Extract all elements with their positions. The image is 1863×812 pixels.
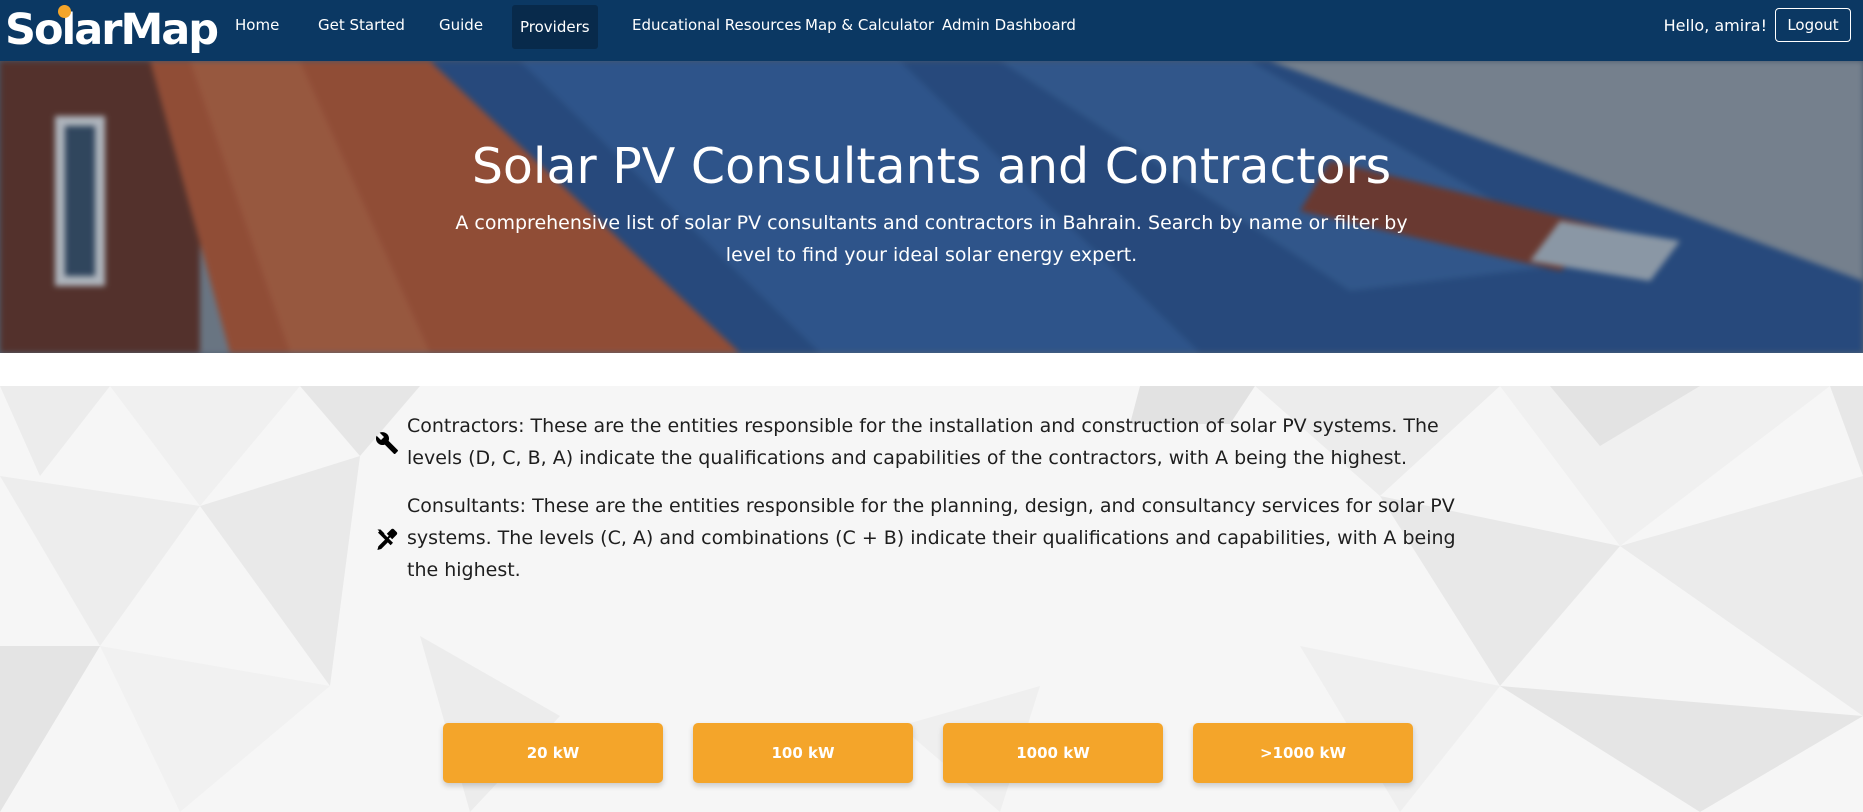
nav-map-calculator[interactable]: Map & Calculator — [805, 13, 934, 37]
navbar: SolarMap Home Get Started Guide Provider… — [0, 0, 1863, 61]
consultants-info: Consultants: These are the entities resp… — [375, 490, 1487, 586]
logo-text: SolarMap — [5, 5, 219, 55]
nav-guide[interactable]: Guide — [439, 13, 483, 37]
contractors-description: Contractors: These are the entities resp… — [407, 415, 1439, 469]
user-greeting: Hello, amira! — [1663, 16, 1767, 35]
wrench-icon — [375, 432, 398, 454]
nav-educational-resources[interactable]: Educational Resources — [632, 13, 801, 37]
hero-banner: Solar PV Consultants and Contractors A c… — [0, 61, 1863, 353]
consultants-description: Consultants: These are the entities resp… — [407, 495, 1456, 581]
sun-dot-icon — [58, 5, 71, 18]
logout-button[interactable]: Logout — [1775, 8, 1851, 42]
filter-100kw-button[interactable]: 100 kW — [693, 723, 913, 783]
nav-admin-dashboard[interactable]: Admin Dashboard — [942, 13, 1076, 37]
filter-1000kw-button[interactable]: 1000 kW — [943, 723, 1163, 783]
contractors-info: Contractors: These are the entities resp… — [375, 410, 1487, 474]
filter-over-1000kw-button[interactable]: >1000 kW — [1193, 723, 1413, 783]
nav-providers[interactable]: Providers — [512, 5, 598, 49]
filter-20kw-button[interactable]: 20 kW — [443, 723, 663, 783]
providers-content: Contractors: These are the entities resp… — [0, 353, 1863, 812]
nav-home[interactable]: Home — [235, 13, 279, 37]
tools-icon — [377, 528, 398, 550]
solarmap-logo[interactable]: SolarMap — [5, 3, 219, 57]
nav-get-started[interactable]: Get Started — [318, 13, 405, 37]
page-subtitle: A comprehensive list of solar PV consult… — [455, 212, 1408, 266]
page-title: Solar PV Consultants and Contractors — [471, 138, 1392, 195]
